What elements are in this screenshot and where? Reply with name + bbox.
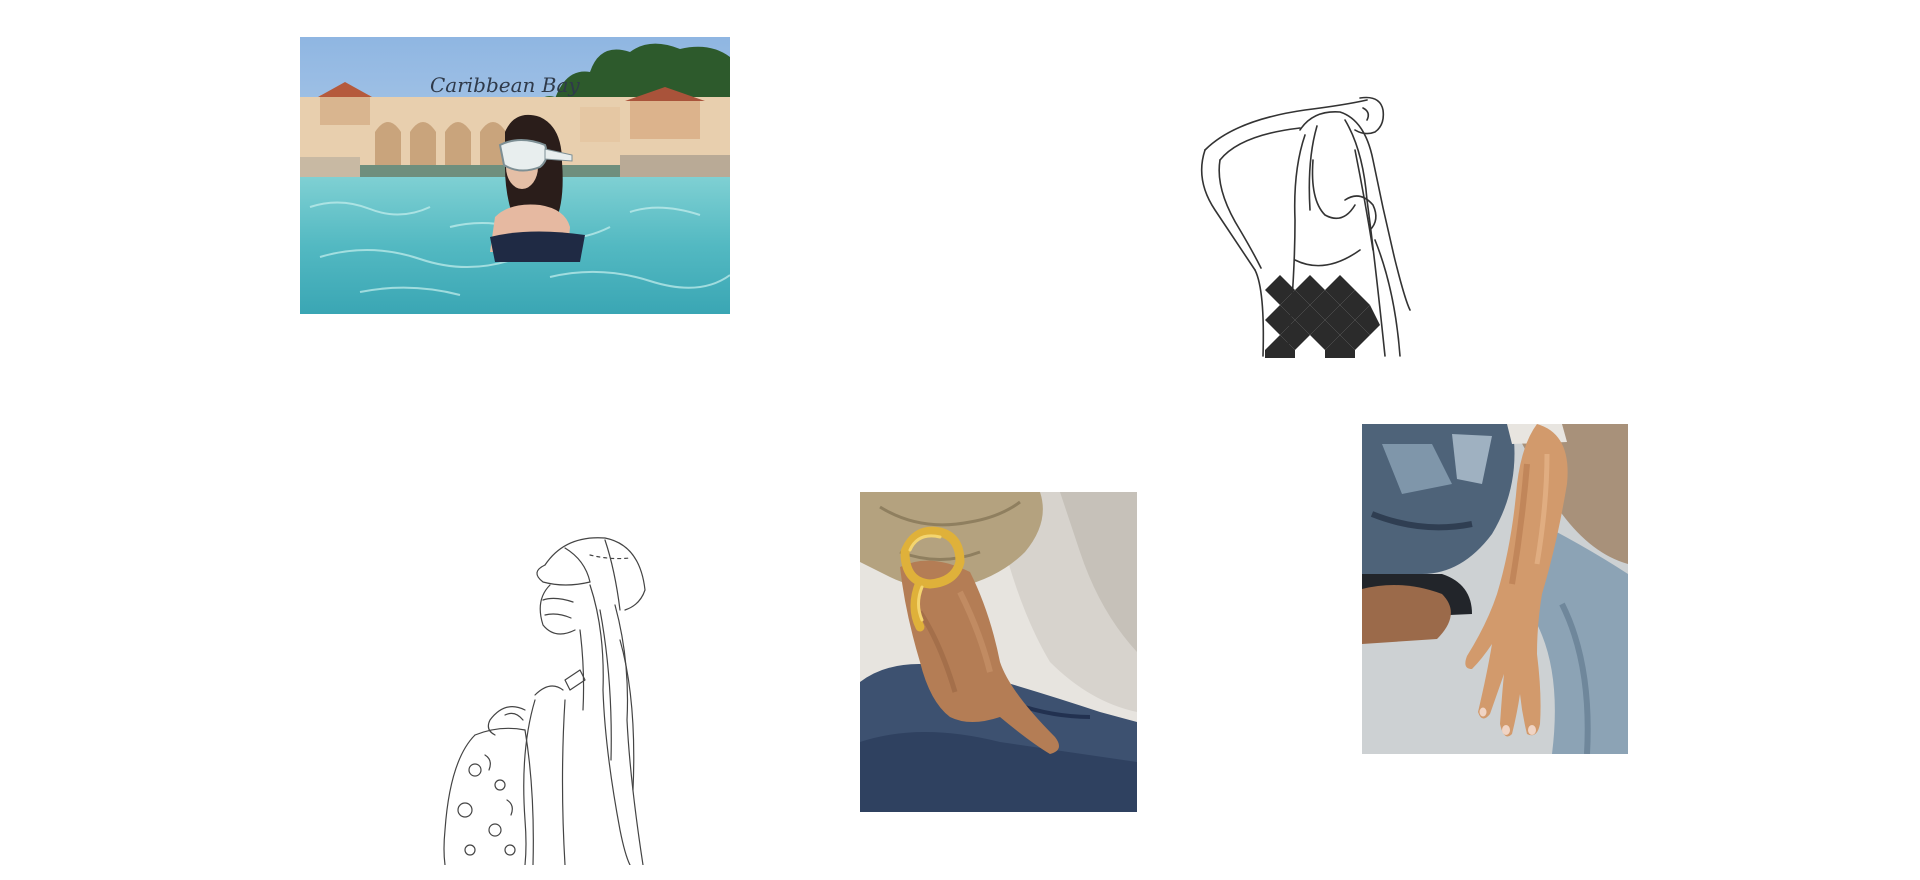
vector-hand-jeans [1362, 424, 1628, 754]
caribbean-bay-sign: Caribbean Bay [430, 73, 580, 97]
vector-hand-jeans-graphic [1362, 424, 1628, 754]
pool-photo-graphic: Caribbean Bay [300, 37, 730, 314]
image-gallery: Caribbean Bay [0, 0, 1920, 880]
pool-photo: Caribbean Bay [300, 37, 730, 314]
vector-bracelet-hand-graphic [860, 492, 1137, 812]
lineart-cap-backpack-graphic [443, 537, 646, 865]
lineart-cap-backpack [415, 530, 695, 865]
vector-bracelet-hand [860, 492, 1137, 812]
lineart-raised-arm-graphic [1200, 96, 1411, 358]
lineart-raised-arm [1195, 90, 1445, 358]
